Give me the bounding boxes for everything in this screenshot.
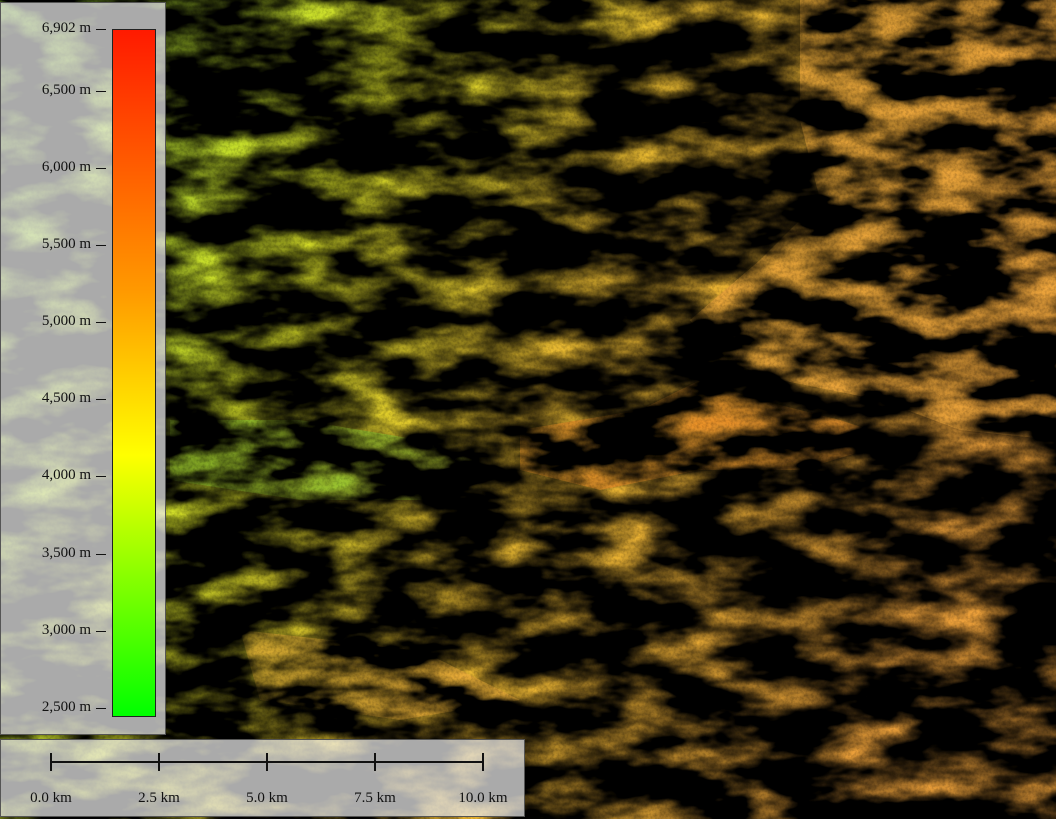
scale-bar-label: 5.0 km — [246, 790, 288, 806]
elevation-legend: 6,902 m 6,500 m 6,000 m 5,500 m 5,000 m 4,500… — [0, 2, 166, 735]
legend-tick-label: 2,500 m — [41, 698, 91, 715]
legend-tick-mark — [96, 168, 106, 170]
legend-tick-label: 4,000 m — [41, 467, 91, 484]
legend-tick-mark — [96, 630, 106, 632]
scale-bar-label: 10.0 km — [458, 790, 508, 806]
scale-bar-label: 7.5 km — [354, 790, 396, 806]
legend-tick-label: 5,500 m — [41, 236, 91, 253]
scale-bar-label: 0.0 km — [30, 790, 72, 806]
legend-tick-mark — [96, 322, 106, 324]
legend-tick-mark — [96, 707, 106, 709]
legend-tick-mark — [96, 476, 106, 478]
legend-tick-label: 6,500 m — [41, 81, 91, 98]
scale-bar-label: 2.5 km — [138, 790, 180, 806]
elevation-color-bar — [112, 29, 156, 717]
legend-tick-mark — [96, 553, 106, 555]
legend-tick-mark — [96, 245, 106, 247]
legend-tick-label: 3,500 m — [41, 544, 91, 561]
legend-tick-label: 6,902 m — [41, 20, 91, 36]
legend-tick-label: 3,000 m — [41, 621, 91, 638]
legend-tick-mark — [96, 399, 106, 401]
legend-tick-label: 4,500 m — [41, 390, 91, 407]
legend-tick-label: 5,000 m — [41, 313, 91, 330]
legend-tick-label: 6,000 m — [41, 159, 91, 176]
legend-tick-mark — [96, 90, 106, 92]
legend-tick-mark — [96, 29, 106, 30]
scale-bar: 0.0 km 2.5 km 5.0 km 7.5 km 10.0 km — [0, 739, 525, 817]
